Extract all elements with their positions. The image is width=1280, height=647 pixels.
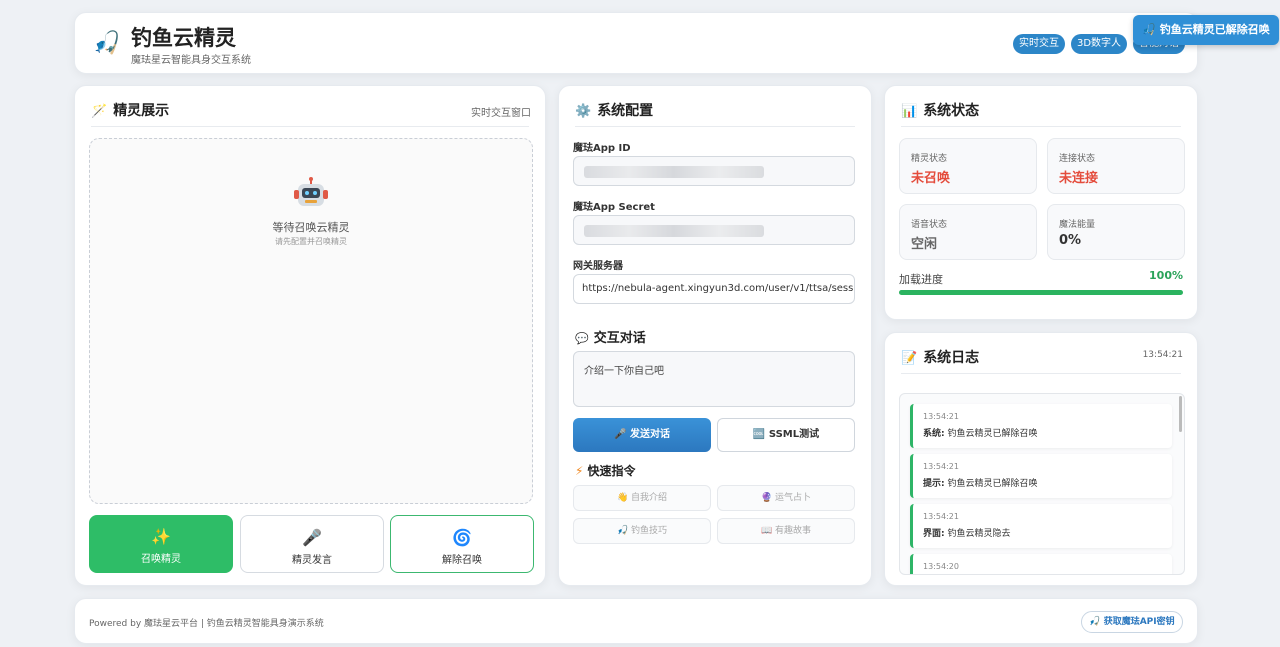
spirit-status-box: 精灵状态 未召唤: [899, 138, 1037, 194]
gear-icon: ⚙️: [575, 104, 592, 119]
torch-icon: 🪄: [91, 104, 108, 119]
fishing-pole-icon: 🎣: [93, 31, 121, 56]
log-entry: 13:54:21 提示: 钓鱼云精灵已解除召唤: [910, 454, 1172, 498]
panel-title: ⚙️ 系统配置: [575, 103, 654, 119]
footer-text: Powered by 魔珐星云平台 | 钓鱼云精灵智能具身演示系统: [89, 619, 324, 629]
memo-icon: 📝: [901, 351, 918, 366]
dialog-input[interactable]: 介绍一下你自己吧: [573, 351, 855, 407]
tag-realtime[interactable]: 实时交互: [1013, 34, 1065, 54]
masked-value: [584, 225, 764, 237]
speech-bubble-icon: 💬: [575, 332, 589, 345]
waiting-subtitle: 请先配置并召唤精灵: [275, 237, 347, 246]
progress-label: 加载进度: [899, 273, 943, 286]
speak-button[interactable]: 🎤 精灵发言: [240, 515, 384, 573]
gateway-field[interactable]: https://nebula-agent.xingyun3d.com/user/…: [573, 274, 855, 304]
spirit-stage[interactable]: 等待召唤云精灵 请先配置并召唤精灵: [89, 138, 533, 504]
waiting-title: 等待召唤云精灵: [272, 221, 350, 234]
system-config-panel: ⚙️ 系统配置 魔珐App ID 魔珐App Secret 网关服务器 https…: [558, 85, 872, 586]
log-entry: 13:54:20: [910, 554, 1172, 574]
app-title: 钓鱼云精灵: [131, 26, 236, 50]
log-list[interactable]: 13:54:21 系统: 钓鱼云精灵已解除召唤 13:54:21 提示: 钓鱼云…: [899, 393, 1185, 575]
microphone-icon: 🎤: [302, 528, 322, 547]
app-subtitle: 魔珐星云智能具身交互系统: [131, 55, 251, 66]
app-id-field[interactable]: [573, 156, 855, 186]
connection-status-box: 连接状态 未连接: [1047, 138, 1185, 194]
quick-story-button[interactable]: 📖 有趣故事: [717, 518, 855, 544]
dismiss-button[interactable]: 🌀 解除召唤: [390, 515, 534, 573]
quick-fishing-tips-button[interactable]: 🎣 钓鱼技巧: [573, 518, 711, 544]
get-api-key-button[interactable]: 🎣 获取魔珐API密钥: [1081, 611, 1183, 633]
ssml-icon: 🆒: [752, 429, 769, 440]
footer: Powered by 魔珐星云平台 | 钓鱼云精灵智能具身演示系统 🎣 获取魔珐…: [74, 598, 1198, 644]
quick-intro-button[interactable]: 👋 自我介绍: [573, 485, 711, 511]
progress-bar: [899, 290, 1183, 295]
divider: [901, 373, 1181, 374]
spirit-display-panel: 🪄 精灵展示 实时交互窗口 等待召唤云精灵 请先配置并召唤精灵 ✨ 召唤精灵 🎤 …: [74, 85, 546, 586]
microphone-icon: 🎤: [614, 429, 630, 440]
toast-notification: 🎣 钓鱼云精灵已解除召唤: [1133, 15, 1279, 45]
progress-fill: [899, 290, 1183, 295]
quick-fortune-button[interactable]: 🔮 运气占卜: [717, 485, 855, 511]
send-dialog-button[interactable]: 🎤 发送对话: [573, 418, 711, 452]
app-secret-label: 魔珐App Secret: [573, 202, 655, 213]
masked-value: [584, 166, 764, 178]
system-status-panel: 📊 系统状态 精灵状态 未召唤 连接状态 未连接 语音状态 空闲 魔法能量 0% …: [884, 85, 1198, 320]
realtime-window-label: 实时交互窗口: [471, 108, 531, 119]
progress-value: 100%: [1149, 269, 1183, 282]
log-entry: 13:54:21 系统: 钓鱼云精灵已解除召唤: [910, 404, 1172, 448]
quick-commands-title: ⚡ 快速指令: [575, 464, 636, 478]
sparkles-icon: ✨: [151, 527, 171, 546]
log-clock: 13:54:21: [1142, 350, 1183, 360]
divider: [575, 126, 855, 127]
app-id-label: 魔珐App ID: [573, 143, 631, 154]
gateway-label: 网关服务器: [573, 261, 623, 272]
app-header: 🎣 钓鱼云精灵 魔珐星云智能具身交互系统 实时交互 3D数字人 智能对话: [74, 12, 1198, 74]
app-secret-field[interactable]: [573, 215, 855, 245]
panel-title: 📝 系统日志: [901, 350, 980, 366]
tag-3d-human[interactable]: 3D数字人: [1071, 34, 1127, 54]
log-entry: 13:54:21 界面: 钓鱼云精灵隐去: [910, 504, 1172, 548]
system-log-panel: 📝 系统日志 13:54:21 13:54:21 系统: 钓鱼云精灵已解除召唤 1…: [884, 332, 1198, 586]
voice-status-box: 语音状态 空闲: [899, 204, 1037, 260]
panel-title: 🪄 精灵展示: [91, 103, 170, 119]
divider: [91, 126, 529, 127]
lightning-icon: ⚡: [575, 464, 584, 478]
magic-energy-box: 魔法能量 0%: [1047, 204, 1185, 260]
scrollbar[interactable]: [1179, 396, 1182, 432]
bar-chart-icon: 📊: [901, 104, 918, 119]
panel-title: 📊 系统状态: [901, 103, 980, 119]
dialog-title: 💬 交互对话: [575, 331, 646, 346]
robot-icon: [294, 177, 328, 206]
swirl-icon: 🌀: [452, 528, 472, 547]
divider: [901, 126, 1181, 127]
ssml-test-button[interactable]: 🆒 SSML测试: [717, 418, 855, 452]
summon-button[interactable]: ✨ 召唤精灵: [89, 515, 233, 573]
